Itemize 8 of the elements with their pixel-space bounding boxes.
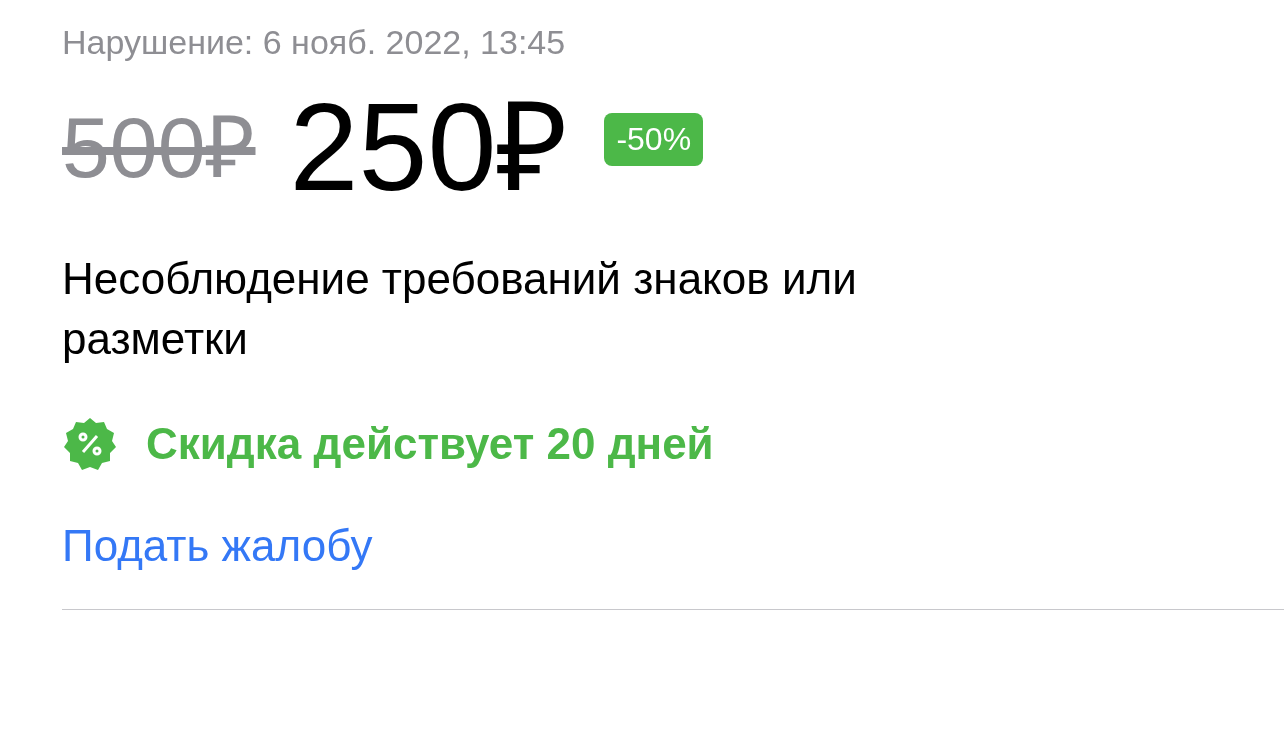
violation-date: Нарушение: 6 нояб. 2022, 13:45: [62, 22, 567, 63]
discount-notice: Скидка действует 20 дней: [146, 417, 714, 470]
discount-badge: -50%: [604, 112, 704, 166]
old-price: 500₽: [62, 103, 256, 190]
discount-icon: [62, 415, 118, 472]
complaint-link[interactable]: Подать жалобу: [62, 512, 373, 579]
current-price: 250₽: [289, 84, 569, 209]
violation-description: Несоблюдение требований знаков или разметки: [62, 252, 858, 365]
